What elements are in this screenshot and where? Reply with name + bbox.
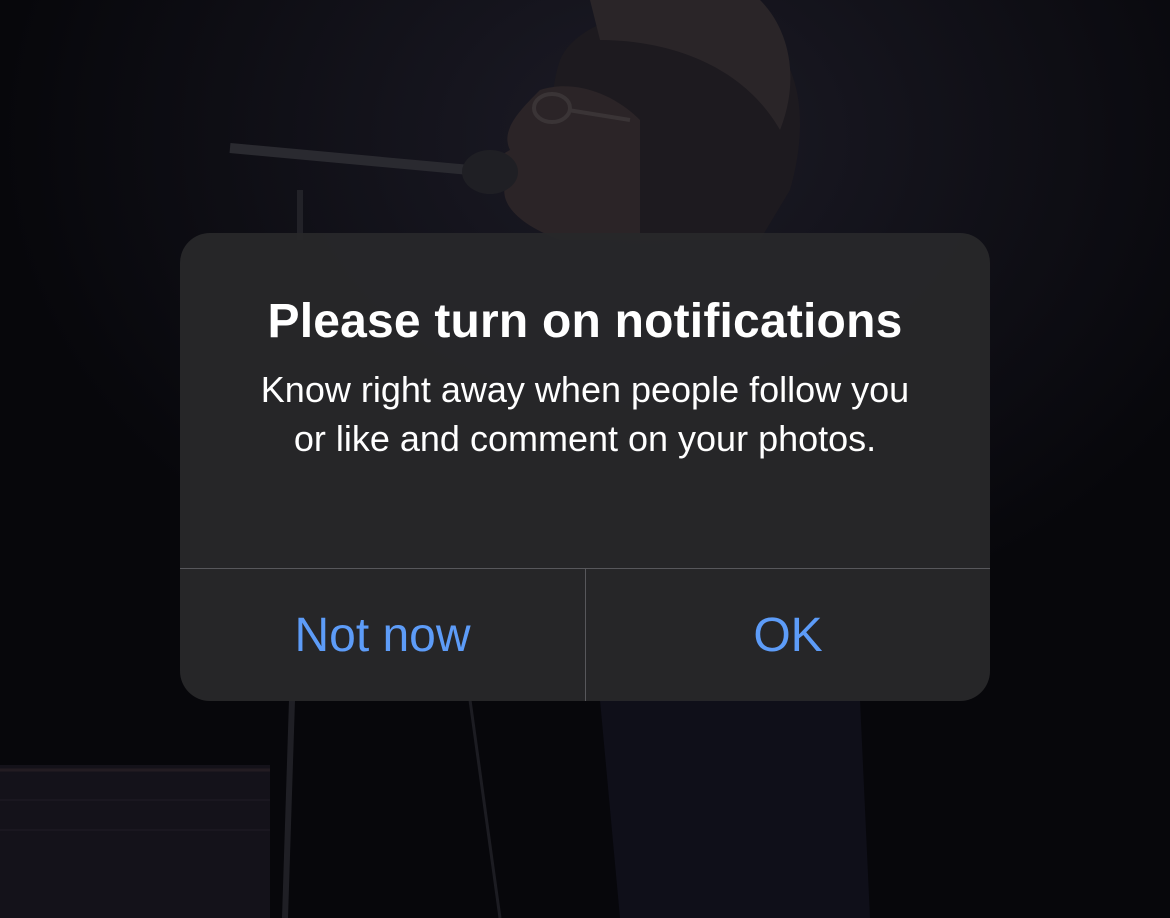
notification-permission-alert: Please turn on notifications Know right … — [180, 233, 990, 701]
not-now-button[interactable]: Not now — [180, 569, 585, 701]
ok-button[interactable]: OK — [586, 569, 990, 701]
alert-title: Please turn on notifications — [267, 295, 903, 348]
alert-content: Please turn on notifications Know right … — [180, 233, 990, 568]
alert-message: Know right away when people follow you o… — [260, 369, 910, 459]
